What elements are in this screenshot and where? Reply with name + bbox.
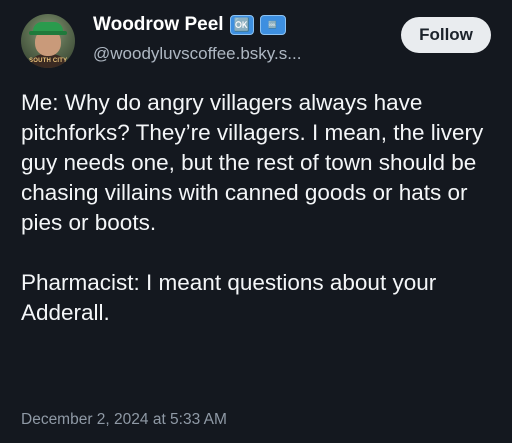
name-row: Woodrow Peel 🆗 🆒	[93, 13, 286, 37]
display-name[interactable]: Woodrow Peel	[93, 14, 224, 36]
author-handle[interactable]: @woodyluvscoffee.bsky.s...	[93, 44, 301, 64]
avatar-hat-brim	[29, 31, 67, 35]
post-timestamp[interactable]: December 2, 2024 at 5:33 AM	[21, 411, 227, 429]
post-paragraph: Pharmacist: I meant questions about your…	[21, 270, 437, 325]
avatar-shirt-text: SOUTH CITY	[29, 58, 68, 64]
post-header: SOUTH CITY Woodrow Peel 🆗 🆒 @woodyluvsco…	[21, 14, 491, 74]
ok-badge-icon: 🆗	[229, 15, 254, 35]
cool-badge-icon: 🆒	[259, 15, 286, 35]
post-card: SOUTH CITY Woodrow Peel 🆗 🆒 @woodyluvsco…	[0, 0, 512, 443]
avatar[interactable]: SOUTH CITY	[21, 14, 75, 68]
post-text: Me: Why do angry villagers always have p…	[21, 88, 495, 328]
post-paragraph: Me: Why do angry villagers always have p…	[21, 90, 484, 235]
follow-button[interactable]: Follow	[401, 17, 491, 53]
